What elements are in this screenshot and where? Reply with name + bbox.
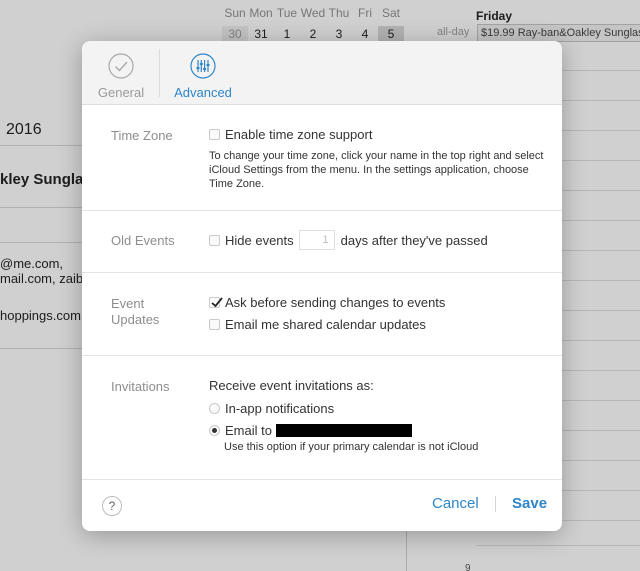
email-radio-row[interactable]: Email to (209, 423, 412, 438)
help-button[interactable]: ? (102, 496, 122, 516)
redacted-email (275, 424, 412, 437)
footer-separator (495, 496, 496, 512)
inapp-radio-row[interactable]: In-app notifications (209, 401, 334, 416)
days-suffix-label: days after they've passed (340, 232, 488, 248)
email-radio-label: Email to (225, 423, 272, 438)
ask-before-label: Ask before sending changes to events (225, 295, 446, 310)
tab-separator (159, 49, 160, 97)
ask-before-checkbox[interactable] (209, 297, 223, 308)
old-events-row: Hide events 1 days after they've passed (209, 230, 488, 250)
time-zone-description: To change your time zone, click your nam… (209, 150, 544, 190)
tab-general[interactable]: General (96, 53, 146, 100)
old-events-label: Old Events (111, 233, 175, 248)
section-invitations: Invitations Receive event invitations as… (82, 356, 562, 480)
time-zone-checkbox[interactable] (209, 129, 220, 140)
time-zone-label: Time Zone (111, 128, 173, 143)
preferences-dialog: General Advanced Time Zone Enable time z… (82, 41, 562, 531)
time-zone-checkbox-label: Enable time zone support (225, 127, 373, 142)
dialog-footer: ? Cancel Save (82, 480, 562, 531)
sliders-icon (190, 53, 216, 79)
inapp-radio-label: In-app notifications (225, 401, 335, 416)
preferences-toolbar: General Advanced (82, 41, 562, 105)
section-old-events: Old Events Hide events 1 days after they… (82, 211, 562, 273)
ask-before-row[interactable]: Ask before sending changes to events (209, 295, 445, 310)
cancel-button[interactable]: Cancel (432, 495, 479, 512)
event-updates-label: Event Updates (111, 296, 160, 327)
tab-general-label: General (97, 85, 145, 100)
inapp-radio[interactable] (209, 403, 220, 414)
time-zone-checkbox-row[interactable]: Enable time zone support (209, 127, 372, 142)
invitations-heading-text: Receive event invitations as: (209, 378, 374, 393)
email-updates-label: Email me shared calendar updates (225, 317, 426, 332)
days-input[interactable]: 1 (298, 230, 335, 250)
tab-advanced[interactable]: Advanced (172, 53, 234, 100)
save-button[interactable]: Save (512, 495, 547, 512)
email-radio[interactable] (209, 425, 220, 436)
tab-advanced-label: Advanced (174, 85, 232, 100)
invitations-label: Invitations (111, 379, 170, 394)
email-updates-checkbox[interactable] (209, 319, 220, 330)
email-updates-row[interactable]: Email me shared calendar updates (209, 317, 426, 332)
email-option-note: Use this option if your primary calendar… (224, 441, 479, 453)
hide-events-label: Hide events (225, 232, 294, 248)
hide-events-checkbox[interactable] (209, 234, 220, 246)
checkmark-icon (211, 297, 223, 308)
section-time-zone: Time Zone Enable time zone support To ch… (82, 105, 562, 211)
invitations-heading: Receive event invitations as: (209, 378, 374, 393)
section-event-updates: Event Updates Ask before sending changes… (82, 273, 562, 356)
checkmark-circle-icon (108, 53, 134, 79)
